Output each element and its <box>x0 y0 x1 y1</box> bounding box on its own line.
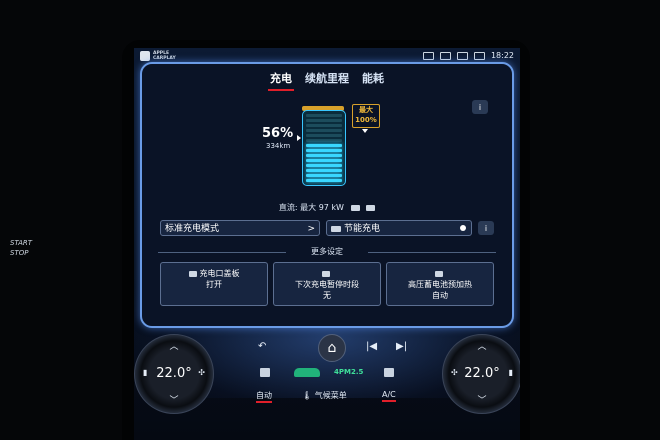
start-stop-label: START STOP <box>10 238 32 258</box>
ac-button[interactable]: A/C <box>382 390 396 402</box>
charge-limit-arrow <box>362 129 368 133</box>
battery-bar <box>306 139 342 142</box>
eco-charging-label: 节能充电 <box>344 224 381 234</box>
tab-range[interactable]: 续航里程 <box>303 68 351 91</box>
left-temperature-knob[interactable]: ︿ 22.0° ﹀ ▮ ✣ <box>134 334 214 414</box>
camera-icon <box>422 51 434 60</box>
eco-charging-toggle[interactable]: 节能充电 <box>326 220 472 236</box>
card-title: 下次充电暂停时段 <box>295 280 359 289</box>
battery-bar <box>306 144 342 147</box>
battery-bar <box>306 134 342 137</box>
card-value: 自动 <box>432 291 448 300</box>
battery-preheat-button[interactable]: 高压蓄电池预加热 自动 <box>386 262 494 306</box>
back-icon: ↶ <box>258 341 267 352</box>
thermometer-icon: 🌡 <box>302 391 313 400</box>
charge-limit-value: 100% <box>355 116 377 124</box>
battery-bar <box>306 114 342 117</box>
card-value: 打开 <box>206 280 222 289</box>
home-button[interactable]: ⌂ <box>318 334 346 362</box>
charge-limit-label: 最大 <box>359 106 373 114</box>
auto-label: 自动 <box>256 391 272 403</box>
tab-bar: 充电 续航里程 能耗 <box>142 68 512 91</box>
stop-label: STOP <box>10 249 29 257</box>
current-level-pointer <box>297 135 301 141</box>
clock-icon <box>321 270 330 277</box>
auto-button[interactable]: 自动 <box>256 390 272 403</box>
temp-down-icon: ﹀ <box>169 396 179 406</box>
info-icon: i <box>484 223 488 233</box>
home-icon: ⌂ <box>327 340 337 356</box>
car-airflow-icon <box>294 368 320 377</box>
fan-icon[interactable]: ✣ <box>451 368 458 377</box>
carplay-label-2: CARPLAY <box>153 56 176 61</box>
previous-track-button[interactable]: |◀ <box>366 341 377 352</box>
eco-info-button[interactable]: i <box>478 221 494 235</box>
tab-consumption[interactable]: 能耗 <box>360 68 386 91</box>
connectivity-icon <box>456 51 468 60</box>
battery-display: 56% 334km 最大 100% <box>142 104 512 186</box>
fan-icon[interactable]: ✣ <box>198 368 205 377</box>
battery-bar <box>306 169 342 172</box>
carplay-icon <box>140 51 150 61</box>
battery-bar <box>306 149 342 152</box>
battery-bar <box>306 129 342 132</box>
dc-power-text: 直流: 最大 97 kW <box>278 203 344 212</box>
charging-pause-button[interactable]: 下次充电暂停时段 无 <box>273 262 381 306</box>
battery-bar <box>306 174 342 177</box>
dc-charging-info: 直流: 最大 97 kW <box>142 202 512 213</box>
charge-port-icon <box>188 270 197 277</box>
charger-icon <box>366 204 376 211</box>
status-icons: 18:22 <box>422 51 514 60</box>
ac-label: A/C <box>382 390 396 402</box>
plug-icon <box>350 204 360 211</box>
battery-bar <box>306 164 342 167</box>
battery-bar <box>306 124 342 127</box>
previous-icon: |◀ <box>366 341 378 352</box>
carplay-button[interactable]: APPLE CARPLAY <box>140 51 176 61</box>
battery-percent: 56% <box>262 126 294 141</box>
seat-heat-icon[interactable]: ▮ <box>509 368 513 377</box>
climate-menu-button[interactable]: 🌡 气候菜单 <box>302 390 347 401</box>
battery-bar <box>306 119 342 122</box>
charging-mode-selector[interactable]: 标准充电模式 > <box>160 220 320 236</box>
charging-panel: 充电 续航里程 能耗 i 56% 334km 最大 100% 直流: 最大 97… <box>140 62 514 328</box>
temp-down-icon: ﹀ <box>477 396 487 406</box>
start-label: START <box>10 239 33 247</box>
back-button[interactable]: ↶ <box>258 341 266 352</box>
more-settings-divider: 更多设定 <box>158 246 496 258</box>
defrost-front-icon[interactable] <box>260 368 270 377</box>
pm25-indicator: 4PM2.5 <box>334 368 363 376</box>
charge-port-cover-button[interactable]: 充电口盖板 打开 <box>160 262 268 306</box>
chevron-right-icon: > <box>307 224 315 234</box>
temp-up-icon: ︿ <box>477 342 487 352</box>
infotainment-screen: APPLE CARPLAY 18:22 充电 续航里程 能耗 i 56% 334… <box>134 48 520 440</box>
card-title: 高压蓄电池预加热 <box>408 280 472 289</box>
card-title: 充电口盖板 <box>199 269 240 278</box>
defrost-rear-icon[interactable] <box>384 368 394 377</box>
charge-limit-button[interactable]: 最大 100% <box>352 104 380 128</box>
battery-bar <box>306 154 342 157</box>
next-icon: ▶| <box>396 341 408 352</box>
toggle-indicator <box>460 225 466 231</box>
climate-bar: ︿ 22.0° ﹀ ▮ ✣ ︿ 22.0° ﹀ ✣ ▮ ↶ ⌂ |◀ ▶| 4P… <box>134 328 520 440</box>
clock: 18:22 <box>490 51 514 60</box>
next-track-button[interactable]: ▶| <box>396 341 407 352</box>
signal-icon <box>473 51 485 60</box>
battery-bar <box>306 159 342 162</box>
tab-charging[interactable]: 充电 <box>268 68 294 91</box>
climate-menu-label: 气候菜单 <box>314 391 347 400</box>
charging-mode-label: 标准充电模式 <box>165 224 220 234</box>
card-value: 无 <box>323 291 331 300</box>
temp-up-icon: ︿ <box>169 342 179 352</box>
mute-icon <box>439 51 451 60</box>
eco-charge-icon <box>331 225 341 232</box>
battery-bar <box>306 179 342 182</box>
battery-range: 334km <box>266 142 291 150</box>
pm-label: PM2.5 <box>338 368 364 376</box>
more-settings-label: 更多设定 <box>311 247 343 256</box>
right-temperature-knob[interactable]: ︿ 22.0° ﹀ ✣ ▮ <box>442 334 520 414</box>
battery-icon <box>302 110 346 186</box>
seat-heat-icon[interactable]: ▮ <box>143 368 147 377</box>
battery-heat-icon <box>434 270 443 277</box>
